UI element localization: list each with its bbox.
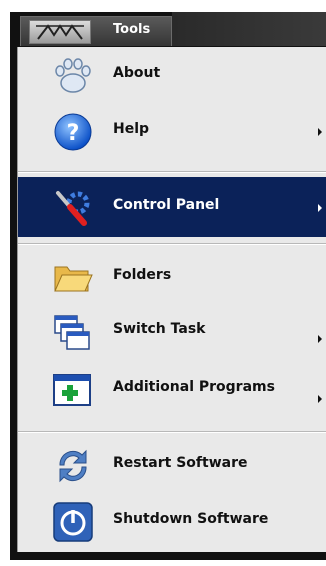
submenu-arrow-icon [318,128,322,136]
menu-item-shutdown-software[interactable]: Shutdown Software [18,493,326,549]
avolites-logo-icon [29,20,91,44]
tools-gear-icon [52,187,92,227]
tools-tab[interactable]: Tools [20,16,172,46]
submenu-arrow-icon [318,395,322,403]
menu-item-folders-label: Folders [113,267,172,283]
menu-separator [18,243,326,245]
submenu-arrow-icon [318,335,322,343]
paw-icon [52,55,92,95]
tools-menu: About ? Help Control Panel Folders Switc… [17,47,326,552]
menu-item-switch-task[interactable]: Switch Task [18,305,326,361]
menu-item-shutdown-software-label: Shutdown Software [113,511,269,527]
menu-item-additional-programs[interactable]: Additional Programs [18,361,326,417]
menu-item-about-label: About [113,65,161,81]
menu-separator [18,171,326,173]
top-bar [172,12,326,46]
submenu-arrow-icon [318,204,322,212]
menu-item-control-panel[interactable]: Control Panel [18,177,326,237]
menu-separator [18,431,326,433]
menu-item-about[interactable]: About [18,47,326,103]
folder-icon [52,257,93,297]
menu-item-control-panel-label: Control Panel [113,197,220,213]
window-bottom-edge [10,552,326,560]
menu-item-additional-programs-label: Additional Programs [113,379,275,395]
menu-item-restart-software-label: Restart Software [113,455,248,471]
svg-text:?: ? [67,121,80,146]
menu-item-restart-software[interactable]: Restart Software [18,437,326,493]
add-program-icon [52,369,92,409]
menu-item-switch-task-label: Switch Task [113,321,206,337]
tools-tab-label: Tools [113,22,151,37]
windows-icon [52,313,92,353]
menu-item-help-label: Help [113,121,150,137]
restart-icon [52,445,92,485]
power-icon [52,501,93,542]
help-icon: ? [52,111,92,151]
menu-item-folders[interactable]: Folders [18,249,326,305]
menu-item-help[interactable]: ? Help [18,103,326,159]
